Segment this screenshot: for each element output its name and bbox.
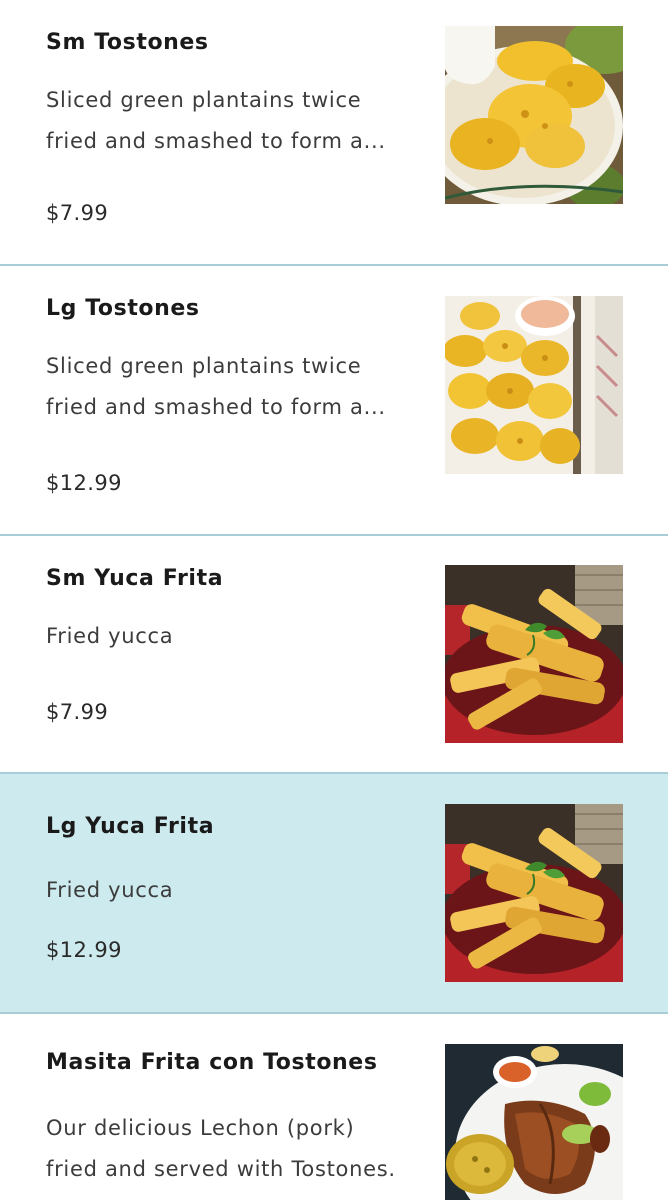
yuca-frita-photo-icon xyxy=(445,804,623,982)
item-name: Sm Tostones xyxy=(46,30,209,55)
tostones-photo-icon xyxy=(445,26,623,204)
item-name: Masita Frita con Tostones xyxy=(46,1050,378,1075)
item-description: Sliced green plantains twice fried and s… xyxy=(46,354,386,419)
menu-item-masita-frita-con-tostones[interactable]: Masita Frita con Tostones Our delicious … xyxy=(0,1014,668,1200)
item-price: $12.99 xyxy=(46,938,122,962)
item-description: Fried yucca xyxy=(46,624,174,648)
item-description: Fried yucca xyxy=(46,878,174,902)
masita-frita-photo-icon xyxy=(445,1044,623,1200)
item-name: Sm Yuca Frita xyxy=(46,566,224,591)
item-price: $7.99 xyxy=(46,201,109,225)
item-name: Lg Yuca Frita xyxy=(46,814,215,839)
menu-list: Sm Tostones Sliced green plantains twice… xyxy=(0,0,668,1200)
yuca-frita-photo-icon xyxy=(445,565,623,743)
menu-item-lg-tostones[interactable]: Lg Tostones Sliced green plantains twice… xyxy=(0,266,668,536)
menu-item-sm-tostones[interactable]: Sm Tostones Sliced green plantains twice… xyxy=(0,0,668,266)
menu-item-sm-yuca-frita[interactable]: Sm Yuca Frita Fried yucca $7.99 xyxy=(0,536,668,774)
item-description: Our delicious Lechon (pork) fried and se… xyxy=(46,1116,396,1181)
menu-item-lg-yuca-frita[interactable]: Lg Yuca Frita Fried yucca $12.99 xyxy=(0,772,668,1014)
item-price: $7.99 xyxy=(46,700,109,724)
item-price: $12.99 xyxy=(46,471,122,495)
item-description: Sliced green plantains twice fried and s… xyxy=(46,88,386,153)
item-name: Lg Tostones xyxy=(46,296,200,321)
tostones-photo-icon xyxy=(445,296,623,474)
